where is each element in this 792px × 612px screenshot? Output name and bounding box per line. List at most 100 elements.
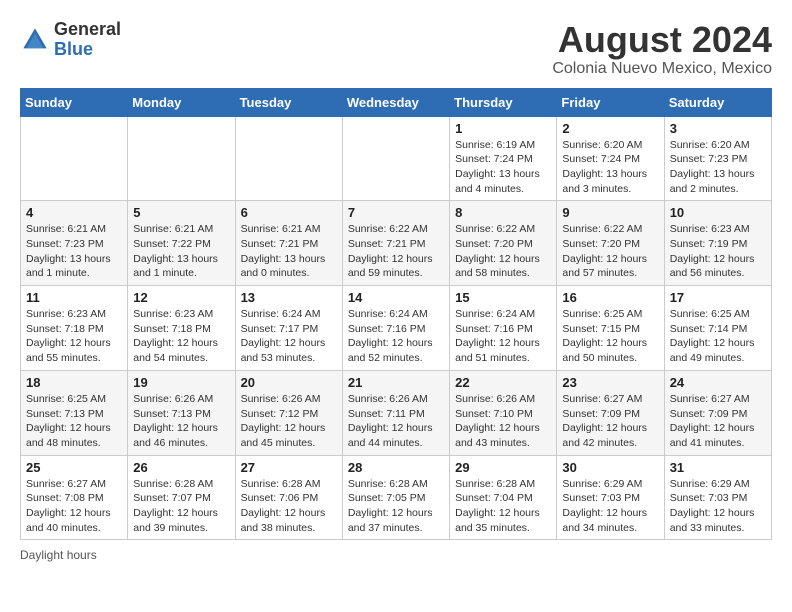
day-info: Sunrise: 6:29 AM Sunset: 7:03 PM Dayligh… [562,477,658,536]
day-number: 18 [26,375,122,390]
day-number: 27 [241,460,337,475]
day-of-week-header: Thursday [450,88,557,116]
day-info: Sunrise: 6:26 AM Sunset: 7:12 PM Dayligh… [241,392,337,451]
day-number: 12 [133,290,229,305]
calendar-cell: 6 Sunrise: 6:21 AM Sunset: 7:21 PM Daylig… [235,201,342,286]
calendar-cell [21,116,128,201]
calendar-cell: 23 Sunrise: 6:27 AM Sunset: 7:09 PM Dayli… [557,370,664,455]
title-section: August 2024 Colonia Nuevo Mexico, Mexico [552,20,772,78]
day-number: 26 [133,460,229,475]
day-info: Sunrise: 6:23 AM Sunset: 7:19 PM Dayligh… [670,222,766,281]
day-number: 31 [670,460,766,475]
day-number: 7 [348,205,444,220]
month-year: August 2024 [552,20,772,60]
calendar-cell: 7 Sunrise: 6:22 AM Sunset: 7:21 PM Daylig… [342,201,449,286]
day-number: 5 [133,205,229,220]
day-number: 1 [455,121,551,136]
day-info: Sunrise: 6:27 AM Sunset: 7:08 PM Dayligh… [26,477,122,536]
day-info: Sunrise: 6:25 AM Sunset: 7:13 PM Dayligh… [26,392,122,451]
day-number: 20 [241,375,337,390]
day-number: 9 [562,205,658,220]
day-number: 29 [455,460,551,475]
calendar-cell: 22Sunrise: 6:26 AM Sunset: 7:10 PM Dayli… [450,370,557,455]
calendar-cell: 31Sunrise: 6:29 AM Sunset: 7:03 PM Dayli… [664,455,771,540]
calendar-cell [128,116,235,201]
day-number: 11 [26,290,122,305]
day-number: 25 [26,460,122,475]
calendar-week-row: 25 Sunrise: 6:27 AM Sunset: 7:08 PM Dayli… [21,455,772,540]
daylight-label: Daylight hours [20,548,97,562]
day-info: Sunrise: 6:23 AM Sunset: 7:18 PM Dayligh… [26,307,122,366]
calendar-cell: 29 Sunrise: 6:28 AM Sunset: 7:04 PM Dayli… [450,455,557,540]
day-info: Sunrise: 6:22 AM Sunset: 7:20 PM Dayligh… [455,222,551,281]
day-of-week-header: Friday [557,88,664,116]
calendar-week-row: 4 Sunrise: 6:21 AM Sunset: 7:23 PM Daylig… [21,201,772,286]
day-number: 14 [348,290,444,305]
calendar-cell: 28 Sunrise: 6:28 AM Sunset: 7:05 PM Dayli… [342,455,449,540]
calendar-cell: 4 Sunrise: 6:21 AM Sunset: 7:23 PM Daylig… [21,201,128,286]
day-info: Sunrise: 6:21 AM Sunset: 7:21 PM Dayligh… [241,222,337,281]
day-info: Sunrise: 6:23 AM Sunset: 7:18 PM Dayligh… [133,307,229,366]
day-number: 13 [241,290,337,305]
day-info: Sunrise: 6:28 AM Sunset: 7:04 PM Dayligh… [455,477,551,536]
calendar-cell: 21 Sunrise: 6:26 AM Sunset: 7:11 PM Dayli… [342,370,449,455]
calendar-cell: 2Sunrise: 6:20 AM Sunset: 7:24 PM Daylig… [557,116,664,201]
calendar-cell: 18 Sunrise: 6:25 AM Sunset: 7:13 PM Dayli… [21,370,128,455]
calendar-week-row: 11 Sunrise: 6:23 AM Sunset: 7:18 PM Dayli… [21,286,772,371]
day-of-week-header: Sunday [21,88,128,116]
calendar-cell: 27 Sunrise: 6:28 AM Sunset: 7:06 PM Dayli… [235,455,342,540]
page-header: General Blue August 2024 Colonia Nuevo M… [20,20,772,78]
day-info: Sunrise: 6:24 AM Sunset: 7:17 PM Dayligh… [241,307,337,366]
calendar-week-row: 18 Sunrise: 6:25 AM Sunset: 7:13 PM Dayli… [21,370,772,455]
calendar-cell: 20 Sunrise: 6:26 AM Sunset: 7:12 PM Dayli… [235,370,342,455]
calendar-cell: 16 Sunrise: 6:25 AM Sunset: 7:15 PM Dayli… [557,286,664,371]
calendar-header-row: SundayMondayTuesdayWednesdayThursdayFrid… [21,88,772,116]
day-number: 8 [455,205,551,220]
day-number: 6 [241,205,337,220]
calendar-cell: 1Sunrise: 6:19 AM Sunset: 7:24 PM Daylig… [450,116,557,201]
day-info: Sunrise: 6:28 AM Sunset: 7:07 PM Dayligh… [133,477,229,536]
footer: Daylight hours [20,548,772,562]
day-info: Sunrise: 6:28 AM Sunset: 7:06 PM Dayligh… [241,477,337,536]
location: Colonia Nuevo Mexico, Mexico [552,60,772,78]
day-of-week-header: Wednesday [342,88,449,116]
calendar-cell: 25 Sunrise: 6:27 AM Sunset: 7:08 PM Dayli… [21,455,128,540]
calendar-cell: 24 Sunrise: 6:27 AM Sunset: 7:09 PM Dayli… [664,370,771,455]
day-number: 17 [670,290,766,305]
day-info: Sunrise: 6:27 AM Sunset: 7:09 PM Dayligh… [670,392,766,451]
day-info: Sunrise: 6:27 AM Sunset: 7:09 PM Dayligh… [562,392,658,451]
day-number: 28 [348,460,444,475]
day-info: Sunrise: 6:22 AM Sunset: 7:20 PM Dayligh… [562,222,658,281]
logo-blue: Blue [54,39,93,59]
day-number: 4 [26,205,122,220]
day-number: 21 [348,375,444,390]
day-info: Sunrise: 6:25 AM Sunset: 7:14 PM Dayligh… [670,307,766,366]
day-number: 23 [562,375,658,390]
calendar-cell: 14Sunrise: 6:24 AM Sunset: 7:16 PM Dayli… [342,286,449,371]
day-info: Sunrise: 6:20 AM Sunset: 7:24 PM Dayligh… [562,138,658,197]
day-number: 24 [670,375,766,390]
calendar-week-row: 1Sunrise: 6:19 AM Sunset: 7:24 PM Daylig… [21,116,772,201]
day-number: 3 [670,121,766,136]
calendar-cell: 8 Sunrise: 6:22 AM Sunset: 7:20 PM Daylig… [450,201,557,286]
day-number: 16 [562,290,658,305]
calendar-cell: 19Sunrise: 6:26 AM Sunset: 7:13 PM Dayli… [128,370,235,455]
day-info: Sunrise: 6:28 AM Sunset: 7:05 PM Dayligh… [348,477,444,536]
calendar-cell: 13 Sunrise: 6:24 AM Sunset: 7:17 PM Dayli… [235,286,342,371]
day-info: Sunrise: 6:26 AM Sunset: 7:11 PM Dayligh… [348,392,444,451]
day-info: Sunrise: 6:22 AM Sunset: 7:21 PM Dayligh… [348,222,444,281]
calendar-cell: 3Sunrise: 6:20 AM Sunset: 7:23 PM Daylig… [664,116,771,201]
day-info: Sunrise: 6:26 AM Sunset: 7:13 PM Dayligh… [133,392,229,451]
day-info: Sunrise: 6:25 AM Sunset: 7:15 PM Dayligh… [562,307,658,366]
calendar-cell: 17 Sunrise: 6:25 AM Sunset: 7:14 PM Dayli… [664,286,771,371]
logo-general: General [54,19,121,39]
day-number: 15 [455,290,551,305]
calendar-cell: 12 Sunrise: 6:23 AM Sunset: 7:18 PM Dayli… [128,286,235,371]
calendar-cell: 5 Sunrise: 6:21 AM Sunset: 7:22 PM Daylig… [128,201,235,286]
day-info: Sunrise: 6:26 AM Sunset: 7:10 PM Dayligh… [455,392,551,451]
day-info: Sunrise: 6:21 AM Sunset: 7:23 PM Dayligh… [26,222,122,281]
day-info: Sunrise: 6:21 AM Sunset: 7:22 PM Dayligh… [133,222,229,281]
logo: General Blue [20,20,121,60]
day-info: Sunrise: 6:24 AM Sunset: 7:16 PM Dayligh… [455,307,551,366]
day-of-week-header: Monday [128,88,235,116]
